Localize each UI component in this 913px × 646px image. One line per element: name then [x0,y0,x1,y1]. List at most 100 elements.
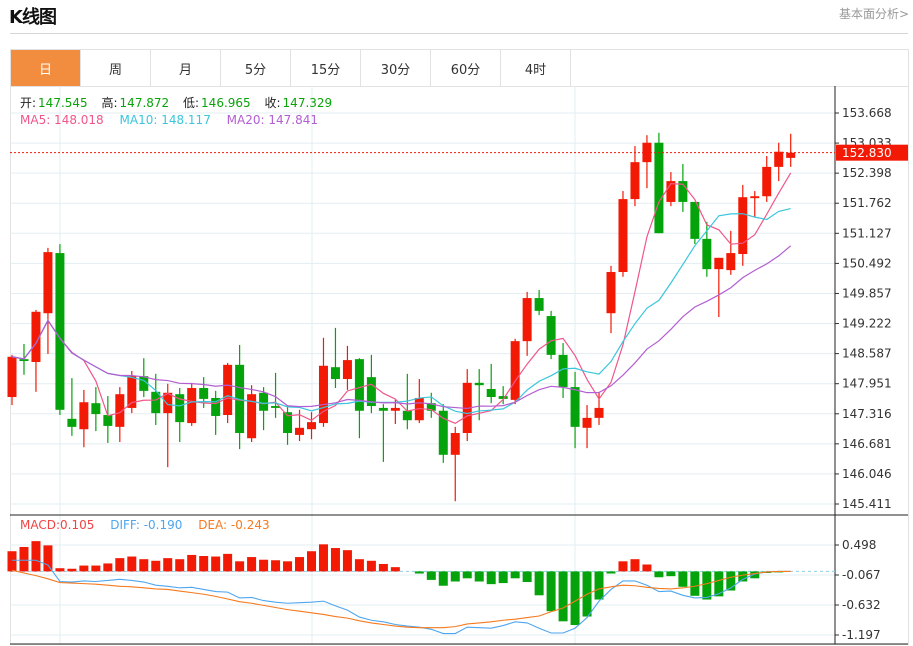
macd-bar [235,561,245,572]
diff-value: DIFF: -0.190 [110,518,183,532]
candle [462,369,472,442]
candle [630,146,640,207]
macd-bar [462,571,472,579]
close-value: 147.329 [282,96,333,110]
macd-bar [223,553,233,572]
macd-bar [259,559,269,572]
price-tick-label: 145.411 [842,497,892,511]
macd-tick-label: -0.067 [842,568,881,582]
macd-bar [702,571,712,600]
candle-body [786,152,796,158]
candle [31,309,41,392]
candle-body [7,356,17,398]
macd-bar [378,563,388,572]
macd-bar [522,571,532,583]
price-tick-label: 151.762 [842,196,892,210]
ohlc-info: 开: 147.545 高: 147.872 低: 146.965 收: 147.329 [20,94,342,111]
macd-bar [618,561,628,572]
macd-bar [642,564,652,572]
ma20-value: MA20: 147.841 [226,113,318,127]
macd-bar [330,548,340,572]
candle-body [582,417,592,428]
macd-bar [55,568,65,572]
candle-body [522,298,532,342]
candle [450,426,460,502]
candle [726,230,736,275]
dea-line [11,569,791,629]
candle-body [450,433,460,455]
macd-bar [43,545,53,572]
candle-body [43,252,53,314]
macd-bar [139,559,149,572]
candle-body [330,367,340,380]
macd-bar [606,571,616,574]
candle [55,244,65,416]
candle [774,142,784,182]
macd-bar [426,571,436,580]
macd-bar [570,571,580,626]
candle-body [223,364,233,416]
candle [187,382,197,426]
close-label: 收: [264,96,281,110]
candle [546,310,556,360]
macd-bar [546,571,556,612]
macd-bar [498,571,508,584]
candle-body [378,407,388,411]
open-value: 147.545 [38,96,88,110]
macd-bar [283,561,293,572]
macd-bar [390,567,400,572]
candle [354,358,364,439]
ma10-value: MA10: 148.117 [119,113,211,127]
macd-bar [211,556,221,572]
macd-bar [247,557,257,572]
candle-body [474,382,484,386]
candle-body [546,316,556,355]
price-tick-label: 149.222 [842,317,892,331]
candle-body [402,410,412,421]
macd-bar [630,559,640,572]
candle-body [199,388,209,399]
price-tick-label: 146.046 [842,467,892,481]
candle [618,191,628,277]
price-tick-label: 149.857 [842,286,892,300]
macd-bar [510,571,520,579]
candle [606,265,616,334]
macd-bar [678,571,688,587]
candle-body [762,166,772,197]
price-tick-label: 146.681 [842,437,892,451]
candle-body [67,418,77,427]
candle [378,404,388,462]
candle [307,412,316,440]
candle-body [91,403,101,415]
price-tick-label: 152.398 [842,166,892,180]
macd-value: MACD:0.105 [20,518,95,532]
price-tick-label: 147.951 [842,377,892,391]
candle-body [486,388,496,398]
candle-body [307,422,316,430]
candle-body [570,387,580,427]
candle-body [594,407,604,418]
candle [115,387,125,443]
macd-info: MACD:0.105 DIFF: -0.190 DEA: -0.243 [20,518,272,532]
candle-body [618,199,628,273]
candle-body [738,197,748,255]
macd-bar [666,571,676,577]
macd-bar [438,571,448,586]
candle [103,396,113,443]
macd-bar [594,571,604,600]
macd-bar [127,556,137,572]
candle-body [438,410,448,455]
macd-tick-label: 0.498 [842,538,876,552]
macd-bar [19,546,29,572]
macd-bar [175,559,185,572]
macd-bar [7,551,17,572]
candle-body [318,365,328,424]
candle-body [187,388,197,424]
candle [79,389,89,448]
dea-value: DEA: -0.243 [198,518,270,532]
candle-body [726,253,736,271]
candle [510,338,520,405]
candle-body [354,359,364,411]
candle [163,383,173,468]
macd-bar [534,571,544,596]
